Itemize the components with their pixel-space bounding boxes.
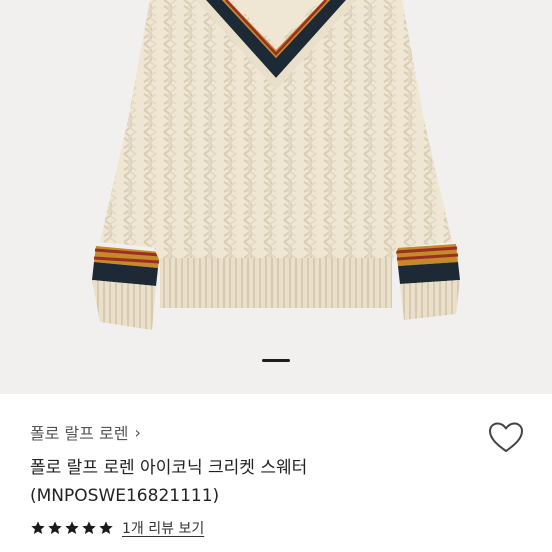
product-name: 폴로 랄프 로렌 아이코닉 크리켓 스웨터 bbox=[30, 458, 308, 478]
star-icon bbox=[48, 521, 62, 534]
heart-outline-icon bbox=[489, 422, 523, 452]
wishlist-button[interactable] bbox=[486, 420, 526, 456]
sweater-body bbox=[154, 0, 398, 308]
brand-link[interactable]: 폴로 랄프 로렌 › bbox=[30, 420, 141, 444]
product-detail-screen: 폴로 랄프 로렌 › 폴로 랄프 로렌 아이코닉 크리켓 스웨터 (MNPOSW… bbox=[0, 0, 552, 552]
product-image bbox=[92, 0, 460, 330]
product-info: 폴로 랄프 로렌 › 폴로 랄프 로렌 아이코닉 크리켓 스웨터 (MNPOSW… bbox=[0, 394, 552, 552]
star-rating bbox=[30, 520, 114, 536]
brand-name: 폴로 랄프 로렌 bbox=[30, 424, 129, 443]
star-icon bbox=[65, 521, 79, 534]
star-icon bbox=[99, 521, 113, 534]
rating-row: 1개 리뷰 보기 bbox=[30, 518, 204, 538]
review-link[interactable]: 1개 리뷰 보기 bbox=[122, 518, 204, 538]
product-title: 폴로 랄프 로렌 아이코닉 크리켓 스웨터 (MNPOSWE16821111) bbox=[30, 454, 470, 510]
star-icon bbox=[82, 521, 96, 534]
product-code: (MNPOSWE16821111) bbox=[30, 486, 220, 506]
carousel-pager[interactable] bbox=[0, 357, 552, 363]
chevron-right-icon: › bbox=[134, 422, 141, 442]
star-icon bbox=[31, 521, 45, 534]
pager-dot-active[interactable] bbox=[262, 358, 290, 362]
product-image-carousel[interactable] bbox=[0, 0, 552, 394]
